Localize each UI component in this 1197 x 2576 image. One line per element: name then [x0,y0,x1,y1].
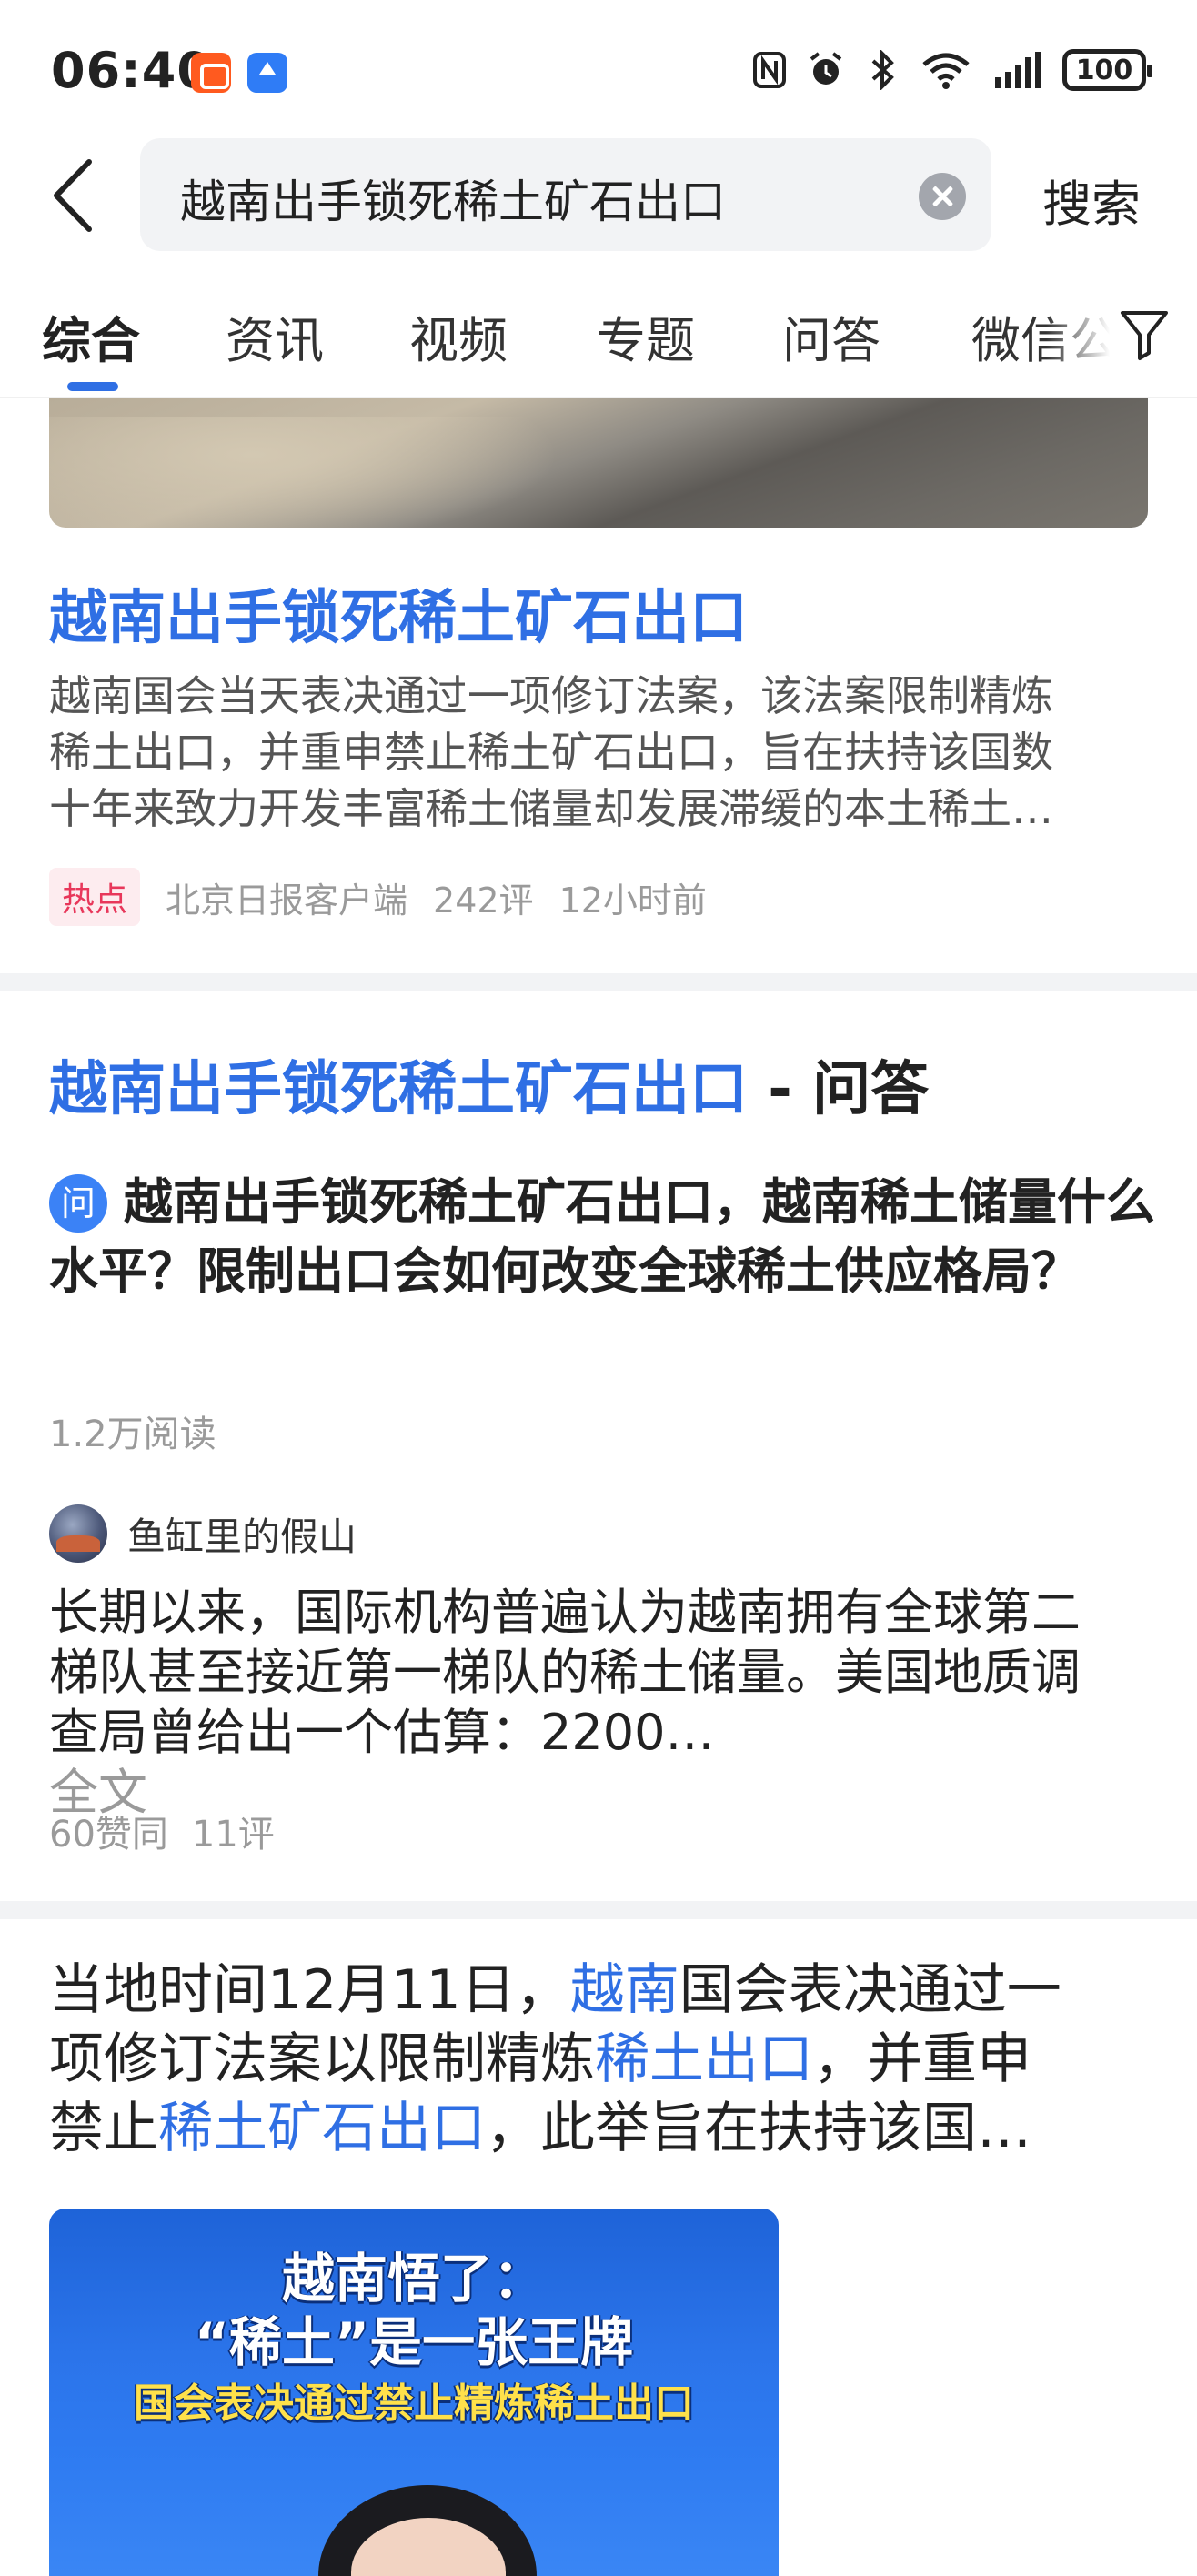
title-text: ，此举旨在扶持该国… [486,2097,1031,2160]
title-text: 当地时间12月11日， [49,1958,570,2022]
status-icons: 100 [751,49,1152,91]
like-count: 60赞同 [49,1814,168,1856]
tab-topics[interactable]: 专题 [597,300,695,372]
comment-count: 11评 [191,1814,275,1856]
battery-icon: 100 [1062,49,1152,91]
title-keyword: 稀土矿石出口 [158,2097,486,2160]
news-summary-line: 越南国会当天表决通过一项修订法案，该法案限制精炼 [49,671,1053,720]
answer-excerpt[interactable]: 长期以来，国际机构普遍认为越南拥有全球第二 梯队甚至接近第一梯队的稀土储量。美国… [49,1583,1168,1823]
news-summary-line: 稀土出口，并重申禁止稀土矿石出口，旨在扶持该国数 [49,728,1053,777]
hot-badge: 热点 [49,868,141,926]
news-image[interactable] [49,398,1148,528]
qa-title-suffix: - 问答 [748,1056,930,1123]
status-bar: 06:40 100 [0,0,1197,136]
search-query[interactable]: 越南出手锁死稀土矿石出口 [180,166,726,231]
qa-title-highlight: 越南出手锁死稀土矿石出口 [49,1056,748,1123]
title-keyword: 越南 [569,1958,679,2022]
title-line: 禁止稀土矿石出口，此举旨在扶持该国… [49,2094,1168,2163]
signal-icon [991,50,1042,90]
read-count: 1.2万阅读 [49,1414,216,1455]
tab-qa[interactable]: 问答 [782,300,880,372]
tab-comprehensive[interactable]: 综合 [42,300,140,372]
author-name[interactable]: 鱼缸里的假山 [127,1506,357,1562]
securities-app-icon [191,53,231,93]
title-text: ，并重申 [813,2028,1031,2091]
answer-meta: 60赞同 11评 [49,1805,275,1857]
answer-line-text: 查局曾给出一个估算：2200… [49,1704,715,1761]
news-source[interactable]: 北京日报客户端 [166,872,407,922]
search-input[interactable]: 越南出手锁死稀土矿石出口 [140,138,991,251]
news-summary[interactable]: 越南国会当天表决通过一项修订法案，该法案限制精炼 稀土出口，并重申禁止稀土矿石出… [49,668,1155,840]
back-arrow-icon[interactable] [45,155,100,236]
tab-video[interactable]: 视频 [409,300,508,372]
title-line: 当地时间12月11日，越南国会表决通过一 [49,1956,1168,2025]
wifi-icon [920,50,971,90]
qa-section-title[interactable]: 越南出手锁死稀土矿石出口 - 问答 [49,1042,929,1126]
news-summary-line: 十年来致力开发丰富稀土储量却发展滞缓的本土稀土… [49,784,1053,833]
title-line: 项修订法案以限制精炼稀土出口，并重申 [49,2025,1168,2094]
news-meta: 热点 北京日报客户端 242评 12小时前 [49,868,707,926]
answer-author[interactable]: 鱼缸里的假山 [49,1504,357,1563]
title-text: 禁止 [49,2097,158,2160]
news-title[interactable]: 越南出手锁死稀土矿石出口 [49,571,748,655]
active-tab-indicator [67,382,118,391]
status-time: 06:40 [51,42,212,99]
section-divider [0,973,1197,991]
thumbnail-caption: “稀土”是一张王牌 [194,2311,634,2373]
video-news-title[interactable]: 当地时间12月11日，越南国会表决通过一 项修订法案以限制精炼稀土出口，并重申 … [49,1956,1168,2163]
question-text: 越南出手锁死稀土矿石出口，越南稀土储量什么水平？限制出口会如何改变全球稀土供应格… [49,1173,1155,1300]
category-tabs: 综合 资讯 视频 专题 问答 微信公 [0,291,1197,400]
clear-icon[interactable] [919,173,966,220]
avatar[interactable] [49,1504,107,1563]
question-icon: 问 [49,1174,107,1233]
tab-news[interactable]: 资讯 [226,300,324,372]
answer-line: 梯队甚至接近第一梯队的稀土储量。美国地质调 [49,1644,1081,1701]
publish-time: 12小时前 [558,880,707,921]
video-thumbnail[interactable]: 越南悟了： “稀土”是一张王牌 国会表决通过禁止精炼稀土出口 [49,2209,779,2576]
bluetooth-icon [864,49,900,91]
section-divider [0,1901,1197,1919]
search-button[interactable]: 搜索 [1042,164,1141,236]
question-title[interactable]: 问越南出手锁死稀土矿石出口，越南稀土储量什么水平？限制出口会如何改变全球稀土供应… [49,1168,1159,1306]
filter-icon[interactable] [1119,307,1170,362]
title-keyword: 稀土出口 [595,2028,813,2091]
title-text: 项修订法案以限制精炼 [49,2028,595,2091]
answer-line: 长期以来，国际机构普遍认为越南拥有全球第二 [49,1584,1081,1641]
comment-count: 242评 [433,880,534,921]
nfc-icon [751,50,788,90]
alarm-icon [808,50,844,90]
upload-app-icon [247,53,287,93]
thumbnail-subcaption: 国会表决通过禁止精炼稀土出口 [134,2380,694,2427]
title-text: 国会表决通过一 [679,1958,1061,2022]
